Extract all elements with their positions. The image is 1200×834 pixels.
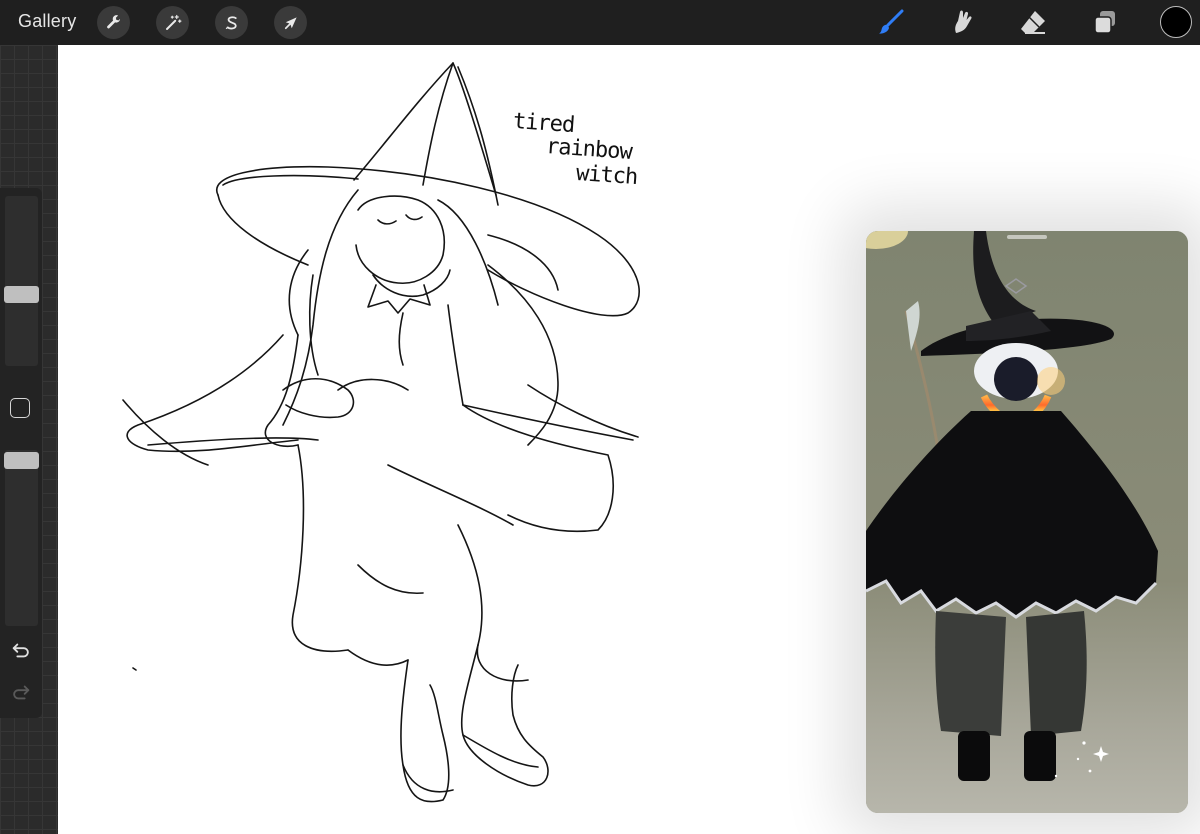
magic-wand-icon [165,14,181,30]
reference-window-handle[interactable] [1007,235,1047,239]
smudge-icon [955,10,972,33]
smudge-tool-button[interactable] [945,5,979,39]
reference-window[interactable] [866,231,1188,813]
undo-button[interactable] [9,638,33,662]
square-modifier-icon[interactable] [10,398,30,418]
opacity-thumb[interactable] [4,452,39,469]
eraser-icon [1021,11,1045,34]
adjustments-button[interactable] [156,6,189,39]
transform-button[interactable] [274,6,307,39]
brush-tool-button[interactable] [874,5,908,39]
wrench-icon [106,14,121,28]
note-line-3: witch [575,160,639,191]
color-picker-swatch[interactable] [1160,6,1192,38]
brush-icon [879,9,904,34]
top-toolbar: Gallery [0,0,1200,45]
note-line-1: tired [512,108,576,139]
layers-button[interactable] [1088,5,1122,39]
side-bar [0,188,42,718]
undo-icon [12,643,29,658]
redo-icon [13,685,30,700]
layers-icon [1094,11,1115,34]
opacity-slider[interactable] [5,450,38,626]
brush-size-thumb[interactable] [4,286,39,303]
brush-size-slider[interactable] [5,196,38,366]
actions-button[interactable] [97,6,130,39]
eraser-tool-button[interactable] [1016,5,1050,39]
selection-s-icon [225,15,237,29]
selection-button[interactable] [215,6,248,39]
reference-image [866,231,1188,813]
gallery-button[interactable]: Gallery [18,11,76,32]
redo-button[interactable] [9,680,33,704]
arrow-cursor-icon [284,16,297,29]
